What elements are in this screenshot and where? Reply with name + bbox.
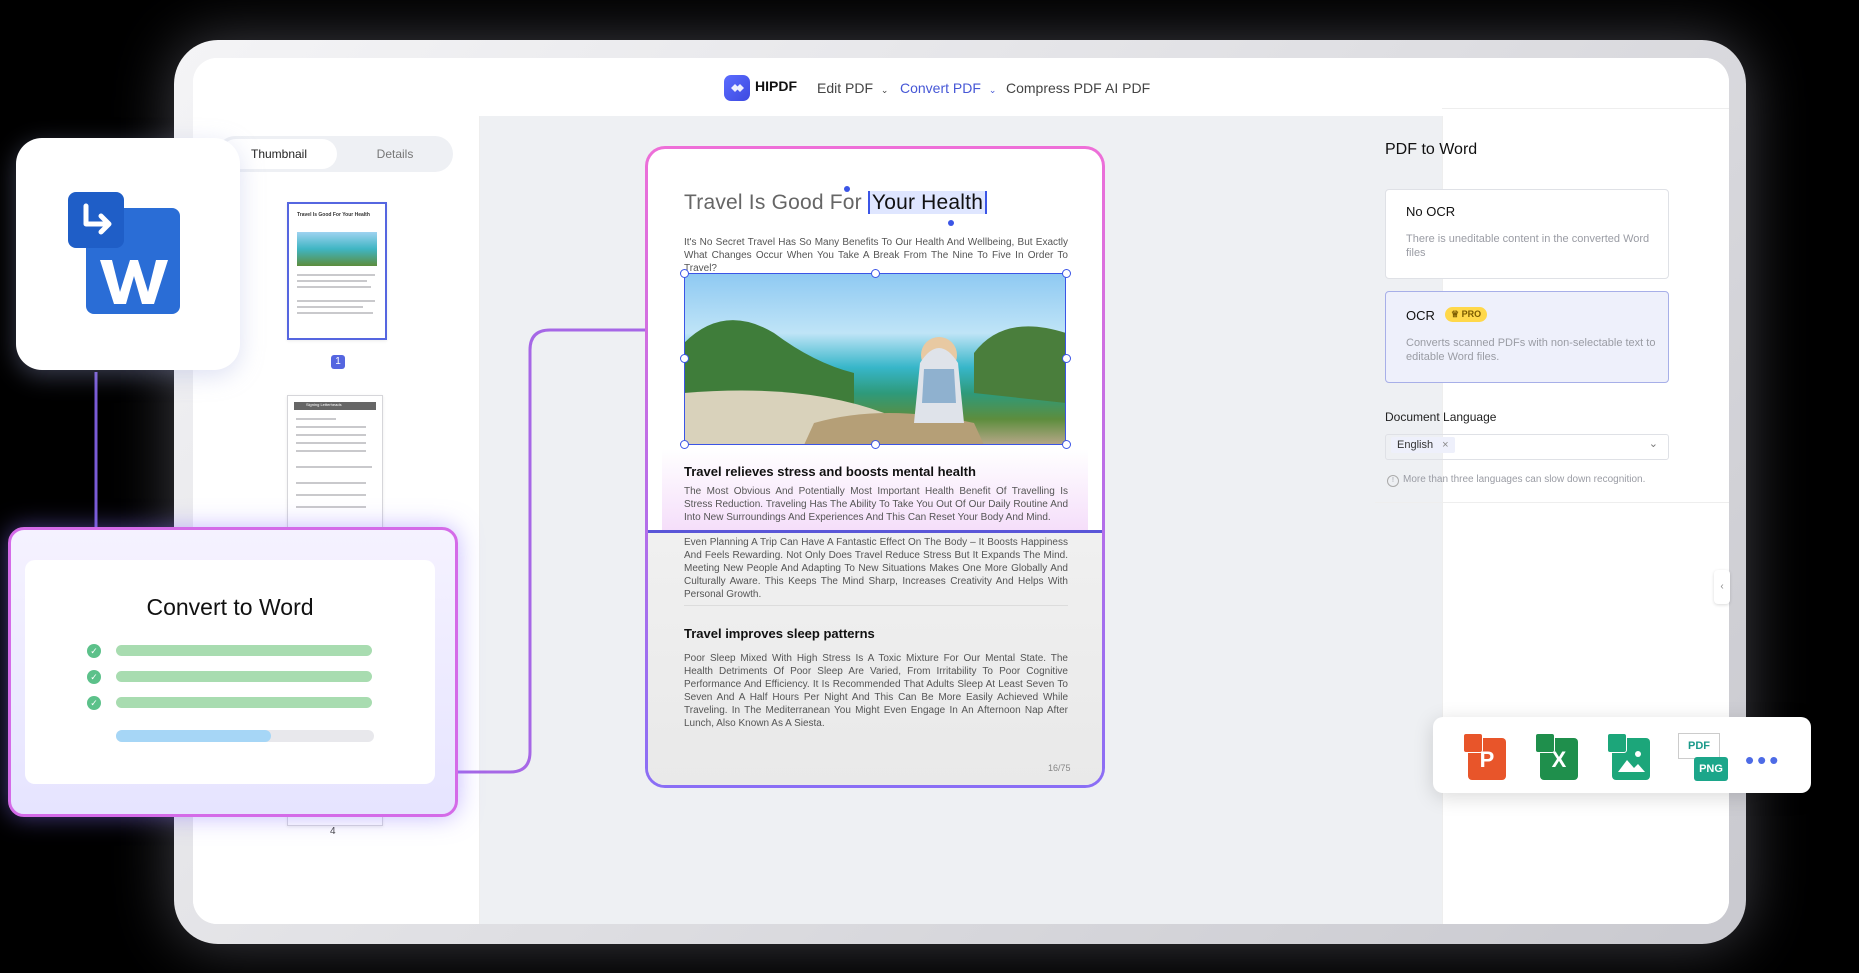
check-icon: ✓	[87, 644, 101, 658]
png-icon[interactable]: PNG	[1694, 757, 1728, 781]
conversion-progress-fill	[116, 730, 271, 742]
convert-card-title: Convert to Word	[146, 594, 314, 620]
check-icon: ✓	[87, 696, 101, 710]
more-icon[interactable]: •••	[1745, 745, 1781, 776]
progress-step-bar	[116, 697, 372, 708]
progress-step-bar	[116, 671, 372, 682]
progress-step-bar	[116, 645, 372, 656]
connector-lines	[94, 328, 645, 774]
excel-arrow-icon	[1535, 733, 1555, 753]
pdf-label-icon: PDF	[1678, 733, 1720, 759]
arrow-icon	[83, 203, 112, 235]
convert-arrow-icon	[68, 192, 124, 248]
ppt-arrow-icon	[1463, 733, 1483, 753]
check-icon: ✓	[87, 670, 101, 684]
image-arrow-icon	[1607, 733, 1627, 753]
